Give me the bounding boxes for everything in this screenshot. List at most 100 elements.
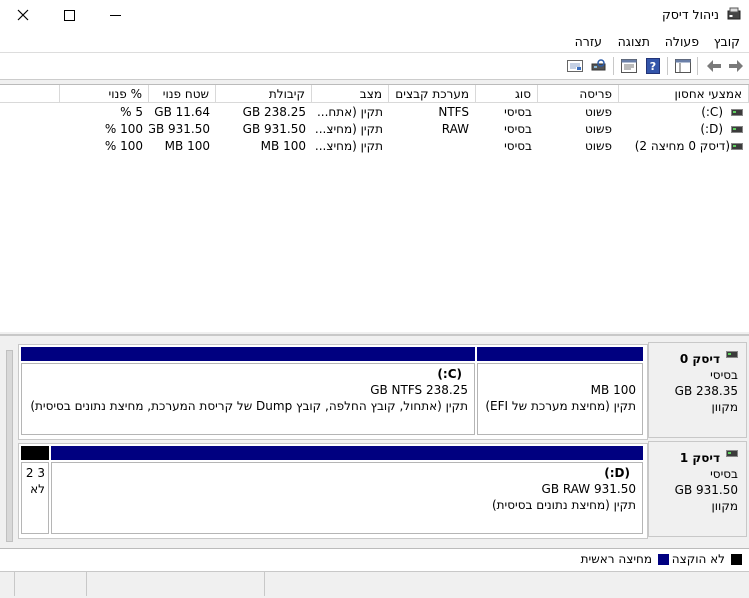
partition-status: תקין (מחיצת מערכת של EFI)	[485, 399, 636, 413]
partition-status: תקין (אתחול, קובץ החלפה, קובץ Dump של קר…	[30, 399, 468, 413]
help-icon: ?	[646, 58, 660, 74]
disk-management-app-icon	[727, 7, 741, 20]
partition-bar	[51, 446, 643, 460]
close-icon	[17, 9, 29, 21]
menu-help[interactable]: עזרה	[575, 34, 602, 49]
table-row[interactable]: (D:) פשוט בסיסי RAW תקין (מחיצ... 931.50…	[0, 121, 749, 138]
column-header-free-space[interactable]: שטח פנוי	[149, 85, 216, 103]
cell-layout: פשוט	[584, 139, 612, 153]
cell-status: תקין (מחיצ...	[314, 122, 383, 136]
toolbar-separator	[697, 57, 698, 75]
cell-free-space: 11.64 GB	[154, 105, 210, 119]
disk-icon	[726, 351, 738, 358]
close-button[interactable]	[0, 0, 46, 30]
partition-size: 931.50 GB RAW	[541, 482, 636, 496]
volume-icon	[731, 126, 743, 133]
svg-text:?: ?	[650, 60, 656, 73]
cell-capacity: 931.50 GB	[242, 122, 306, 136]
forward-arrow-icon	[729, 60, 743, 72]
disk-1-partitions: (D:) 931.50 GB RAW תקין (מחיצת נתונים בס…	[18, 443, 648, 539]
cell-volume: (D:)	[700, 122, 723, 136]
toolbar-separator	[613, 57, 614, 75]
column-header-filler	[0, 85, 60, 103]
legend: לא הוקצה מחיצה ראשית	[0, 548, 749, 571]
cell-percent-free: 100 %	[104, 139, 143, 153]
column-header-filesystem[interactable]: מערכת קבצים	[389, 85, 476, 103]
status-segment	[14, 572, 87, 596]
forward-button[interactable]	[726, 56, 746, 76]
toolbar: ?	[0, 53, 749, 80]
properties-icon	[621, 59, 637, 73]
cell-capacity: 100 MB	[260, 139, 306, 153]
column-header-layout[interactable]: פריסה	[538, 85, 619, 103]
toolbar-separator	[667, 57, 668, 75]
column-header-percent-free[interactable]: % פנוי	[60, 85, 149, 103]
disk-1-label[interactable]: דיסק 1 בסיסי 931.50 GB מקוון	[648, 441, 747, 537]
back-arrow-icon	[707, 60, 721, 72]
cell-volume: (דיסק 0 מחיצה 2)	[634, 139, 730, 153]
disk-1-name: דיסק 1	[679, 451, 720, 465]
vertical-scrollbar[interactable]	[6, 350, 13, 542]
partition-size: 100 MB	[590, 383, 636, 397]
legend-label-primary: מחיצה ראשית	[580, 552, 652, 566]
disk-0-partitions: 100 MB תקין (מחיצת מערכת של EFI) (C:) 23…	[18, 344, 648, 440]
status-segment	[0, 572, 15, 596]
cell-layout: פשוט	[584, 105, 612, 119]
unallocated-label: לא	[30, 482, 45, 496]
rescan-disks-button[interactable]	[565, 56, 585, 76]
cell-capacity: 238.25 GB	[242, 105, 306, 119]
partition-efi[interactable]: 100 MB תקין (מחיצת מערכת של EFI)	[477, 363, 643, 435]
status-segment	[86, 572, 265, 596]
unallocated-bar	[21, 446, 49, 460]
back-button[interactable]	[704, 56, 724, 76]
title-bar: ניהול דיסק	[0, 0, 749, 31]
cell-type: בסיסי	[504, 139, 532, 153]
cell-percent-free: 5 %	[120, 105, 143, 119]
disk-icon	[726, 450, 738, 457]
column-header-capacity[interactable]: קיבולת	[216, 85, 312, 103]
volume-icon	[731, 143, 743, 150]
disk-0-kind: בסיסי	[710, 368, 738, 382]
unallocated-size: 3 2	[25, 466, 45, 480]
partition-size: 238.25 GB NTFS	[370, 383, 468, 397]
menu-action[interactable]: פעולה	[665, 34, 699, 49]
window-title: ניהול דיסק	[661, 7, 719, 22]
show-hide-console-tree-button[interactable]	[673, 56, 693, 76]
disk-search-icon	[591, 59, 606, 71]
cell-volume: (C:)	[701, 105, 723, 119]
partition-bar	[477, 347, 643, 361]
column-header-type[interactable]: סוג	[476, 85, 538, 103]
legend-swatch-unallocated	[731, 554, 742, 565]
help-button[interactable]: ?	[643, 56, 663, 76]
legend-swatch-primary	[658, 554, 669, 565]
properties-button[interactable]	[619, 56, 639, 76]
partition-c[interactable]: (C:) 238.25 GB NTFS תקין (אתחול, קובץ הח…	[21, 363, 475, 435]
menu-file[interactable]: קובץ	[714, 34, 740, 49]
legend-label-unallocated: לא הוקצה	[671, 552, 725, 566]
disk-0-state: מקוון	[711, 400, 738, 414]
unallocated-space[interactable]: 3 2 לא	[21, 462, 49, 534]
rescan-icon	[567, 60, 583, 72]
menu-bar: קובץ פעולה תצוגה עזרה	[0, 30, 749, 53]
volume-list: אמצעי אחסון פריסה סוג מערכת קבצים מצב קי…	[0, 84, 749, 332]
column-header-status[interactable]: מצב	[312, 85, 389, 103]
disk-1-kind: בסיסי	[710, 467, 738, 481]
partition-d[interactable]: (D:) 931.50 GB RAW תקין (מחיצת נתונים בס…	[51, 462, 643, 534]
cell-percent-free: 100 %	[104, 122, 143, 136]
disk-graphical-view: דיסק 0 בסיסי 238.35 GB מקוון 100 MB תקין…	[0, 334, 749, 548]
maximize-button[interactable]	[46, 0, 92, 30]
cell-type: בסיסי	[504, 122, 532, 136]
table-row[interactable]: (דיסק 0 מחיצה 2) פשוט בסיסי תקין (מחיצ..…	[0, 138, 749, 155]
disk-action-button[interactable]	[589, 56, 609, 76]
menu-view[interactable]: תצוגה	[618, 34, 650, 49]
table-row[interactable]: (C:) פשוט בסיסי NTFS תקין (אתח... 238.25…	[0, 104, 749, 121]
cell-free-space: 931.50 GB	[149, 122, 210, 136]
disk-0-label[interactable]: דיסק 0 בסיסי 238.35 GB מקוון	[648, 342, 747, 438]
volume-icon	[731, 109, 743, 116]
column-header-volume[interactable]: אמצעי אחסון	[619, 85, 749, 103]
cell-filesystem: RAW	[441, 122, 469, 136]
cell-filesystem	[389, 138, 469, 155]
disk-0-size: 238.35 GB	[674, 384, 738, 398]
partition-status: תקין (מחיצת נתונים בסיסית)	[491, 498, 636, 512]
minimize-button[interactable]	[92, 0, 138, 30]
